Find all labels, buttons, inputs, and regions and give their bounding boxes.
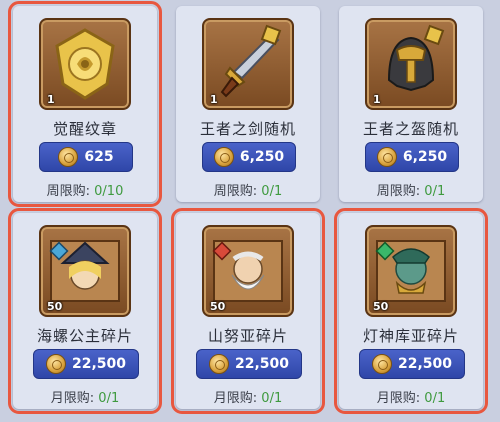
gold-coin-icon: [376, 147, 397, 167]
item-price: 22,500: [71, 356, 127, 372]
item-price: 22,500: [234, 356, 290, 372]
item-name: 王者之盔随机: [362, 120, 459, 138]
shop-item-card[interactable]: 1 王者之盔随机 6,250 周限购: 0/1: [339, 6, 483, 202]
item-quantity: 1: [47, 93, 55, 106]
conch-princess-shard-icon: 50: [39, 225, 131, 317]
purchase-limit: 月限购: 0/1: [376, 391, 446, 406]
item-quantity: 1: [373, 93, 381, 106]
gold-coin-icon: [45, 354, 66, 374]
purchase-limit: 周限购: 0/1: [376, 184, 446, 199]
purchase-limit: 月限购: 0/1: [213, 391, 283, 406]
genie-kuya-shard-icon: 50: [365, 225, 457, 317]
buy-button[interactable]: 625: [39, 142, 133, 172]
item-price: 22,500: [397, 356, 453, 372]
item-quantity: 1: [210, 93, 218, 106]
gold-coin-icon: [371, 354, 392, 374]
item-name: 王者之剑随机: [199, 120, 296, 138]
purchase-limit: 月限购: 0/1: [50, 391, 120, 406]
shannuya-shard-icon: 50: [202, 225, 294, 317]
purchase-limit: 周限购: 0/10: [46, 184, 124, 199]
item-price: 625: [84, 149, 114, 165]
buy-button[interactable]: 22,500: [359, 349, 465, 379]
awakening-emblem-icon: 1: [39, 18, 131, 110]
item-quantity: 50: [373, 300, 389, 313]
purchase-limit: 周限购: 0/1: [213, 184, 283, 199]
item-price: 6,250: [239, 149, 285, 165]
buy-button[interactable]: 22,500: [196, 349, 302, 379]
shop-item-card[interactable]: 1 王者之剑随机 6,250 周限购: 0/1: [176, 6, 320, 202]
shop-item-card[interactable]: 50 海螺公主碎片 22,500 月限购: 0/1: [8, 208, 162, 414]
shop-item-card[interactable]: 50 灯神库亚碎片 22,500 月限购: 0/1: [334, 208, 488, 414]
buy-button[interactable]: 6,250: [365, 142, 459, 172]
item-name: 山努亚碎片: [207, 327, 288, 345]
item-price: 6,250: [402, 149, 448, 165]
item-quantity: 50: [47, 300, 63, 313]
item-name: 海螺公主碎片: [36, 327, 133, 345]
shop-item-card[interactable]: 1 觉醒纹章 625 周限购: 0/10: [8, 1, 162, 207]
item-name: 灯神库亚碎片: [362, 327, 459, 345]
kings-helmet-icon: 1: [365, 18, 457, 110]
buy-button[interactable]: 22,500: [33, 349, 139, 379]
item-name: 觉醒纹章: [52, 120, 117, 138]
gold-coin-icon: [58, 147, 79, 167]
shop-item-card[interactable]: 50 山努亚碎片 22,500 月限购: 0/1: [171, 208, 325, 414]
gold-coin-icon: [213, 147, 234, 167]
gold-coin-icon: [208, 354, 229, 374]
buy-button[interactable]: 6,250: [202, 142, 296, 172]
item-quantity: 50: [210, 300, 226, 313]
kings-sword-icon: 1: [202, 18, 294, 110]
